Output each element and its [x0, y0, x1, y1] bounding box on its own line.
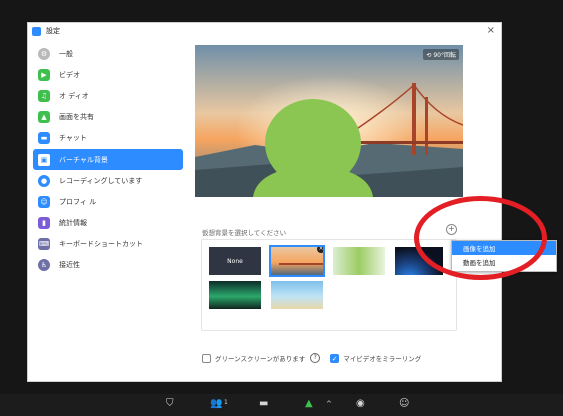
background-none[interactable]: None	[209, 247, 261, 275]
record-icon: ●	[38, 174, 50, 187]
video-options: グリーンスクリーンがあります ? ✓ マイビデオをミラーリング	[202, 353, 421, 363]
sidebar-item-label: 接近性	[59, 261, 80, 270]
share-screen-icon: ▲	[38, 111, 50, 124]
settings-dialog: 設定 × ⚙ 一般 ▶ ビデオ ♫ オ ディオ ▲ 画面を共有 ▬ チャット ▣…	[27, 22, 502, 382]
virtual-bg-icon: ▣	[38, 153, 50, 166]
annotation-circle	[414, 196, 547, 280]
mirror-video-label: マイビデオをミラーリング	[343, 355, 422, 363]
sidebar-item-accessibility[interactable]: ♿ 接近性	[33, 255, 183, 276]
green-screen-checkbox[interactable]	[202, 353, 211, 363]
background-golden-gate[interactable]: ×	[269, 245, 325, 277]
profile-icon: ☺	[38, 195, 50, 208]
sidebar-item-share-screen[interactable]: ▲ 画面を共有	[33, 107, 183, 128]
preview-image	[195, 45, 463, 197]
sidebar-item-label: 一般	[59, 49, 73, 58]
title-bar: 設定 ×	[28, 23, 501, 39]
background-beach[interactable]	[271, 281, 323, 309]
sidebar-item-label: 画面を共有	[59, 113, 94, 122]
zoom-app-icon	[32, 26, 41, 36]
sidebar-item-keyboard-shortcuts[interactable]: ⌨ キーボードショートカット	[33, 234, 183, 255]
sidebar-item-label: レコーディングしています	[59, 176, 143, 185]
security-icon[interactable]: ⛉	[166, 398, 174, 410]
sidebar-item-video[interactable]: ▶ ビデオ	[33, 64, 183, 85]
video-preview: ⟲ 90°回転	[195, 45, 463, 197]
stats-icon: ▮	[38, 217, 50, 230]
caret-up-icon[interactable]: ^	[326, 398, 332, 410]
sidebar-item-chat[interactable]: ▬ チャット	[33, 128, 183, 149]
rotate-button[interactable]: ⟲ 90°回転	[423, 49, 459, 60]
help-icon[interactable]: ?	[310, 353, 321, 363]
green-screen-label: グリーンスクリーンがあります	[215, 355, 306, 363]
gear-icon: ⚙	[38, 47, 50, 60]
remove-background-button[interactable]: ×	[317, 247, 323, 253]
participants-icon[interactable]: 👥	[210, 398, 222, 410]
meeting-toolbar	[0, 394, 563, 416]
sidebar-item-label: ビデオ	[59, 70, 80, 79]
record-icon[interactable]: ◉	[356, 398, 365, 410]
chat-icon[interactable]: ▬	[259, 398, 268, 410]
video-icon: ▶	[38, 68, 50, 81]
window-title: 設定	[46, 27, 60, 35]
mirror-video-checkbox[interactable]: ✓	[330, 353, 340, 363]
sidebar-item-label: キーボードショートカット	[59, 240, 143, 249]
participants-count: 1	[224, 399, 228, 406]
sidebar-item-label: オ ディオ	[59, 91, 89, 100]
close-button[interactable]: ×	[487, 25, 495, 36]
sidebar-item-profile[interactable]: ☺ プロフィ ル	[33, 191, 183, 212]
sidebar-item-recording[interactable]: ● レコーディングしています	[33, 170, 183, 191]
background-aurora[interactable]	[209, 281, 261, 309]
sidebar-item-statistics[interactable]: ▮ 統計情報	[33, 213, 183, 234]
accessibility-icon: ♿	[38, 259, 50, 272]
background-grass[interactable]	[333, 247, 385, 275]
sidebar-item-label: バーチャル背景	[59, 155, 108, 164]
sidebar-item-audio[interactable]: ♫ オ ディオ	[33, 85, 183, 106]
chat-icon: ▬	[38, 132, 50, 145]
reactions-icon[interactable]: ☺	[399, 398, 409, 410]
sidebar-item-virtual-background[interactable]: ▣ バーチャル背景	[33, 148, 183, 171]
sidebar-item-label: 統計情報	[59, 219, 87, 228]
keyboard-icon: ⌨	[38, 238, 50, 251]
sidebar-item-label: プロフィ ル	[59, 197, 97, 206]
sidebar-item-label: チャット	[59, 134, 87, 143]
settings-sidebar: ⚙ 一般 ▶ ビデオ ♫ オ ディオ ▲ 画面を共有 ▬ チャット ▣ バーチャ…	[33, 43, 183, 276]
none-label: None	[227, 257, 243, 265]
headphones-icon: ♫	[38, 89, 50, 102]
sidebar-item-general[interactable]: ⚙ 一般	[33, 43, 183, 64]
share-screen-icon[interactable]: ▲	[305, 398, 313, 410]
choose-background-label: 仮想背景を選択してください	[202, 229, 287, 237]
